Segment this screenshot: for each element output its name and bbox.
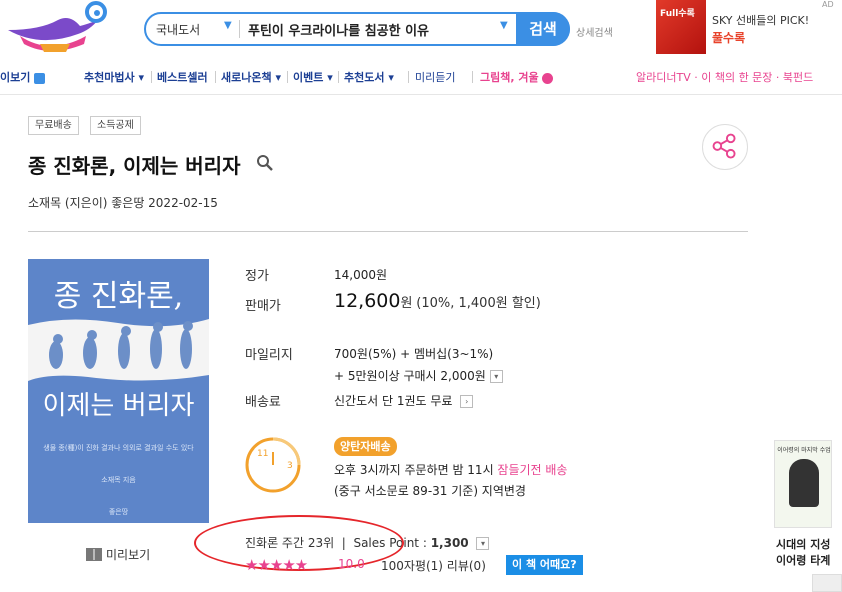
nav-arrow-icon <box>34 72 46 84</box>
shipping-value: 신간도서 단 1권도 무료 › <box>334 392 474 409</box>
sale-price-discount: (10%, 1,400원 할인) <box>416 296 541 311</box>
nav-item-recommended[interactable]: 추천도서 ▾ <box>344 69 394 85</box>
mileage-line-1: 700원(5%) + 멤버십(3~1%) <box>334 347 494 361</box>
scroll-corner <box>812 574 842 592</box>
ad-text-2[interactable]: 풀수록 <box>712 29 745 46</box>
portrait-image <box>789 459 819 507</box>
nav-item-label: 추천도서 <box>344 71 385 84</box>
sale-price: 12,600원 (10%, 1,400원 할인) <box>334 290 541 312</box>
nav-right-links[interactable]: 알라디너TV · 이 책의 한 문장 · 북펀드 <box>636 69 813 85</box>
list-price-label: 정가 <box>245 269 269 284</box>
search-input[interactable] <box>248 19 518 39</box>
side-ad-text-2[interactable]: 이어령 타계 <box>776 552 830 568</box>
nav-divider <box>151 71 152 83</box>
evolution-illustration <box>28 319 209 381</box>
nav-item-label: 추천마법사 <box>84 71 135 84</box>
sale-price-amount: 12,600 <box>334 290 401 312</box>
nav-divider <box>215 71 216 83</box>
chevron-right-icon[interactable]: › <box>460 395 474 408</box>
nav-item-label: 이벤트 <box>293 71 324 84</box>
nav-item-audio-preview[interactable]: 미리듣기 <box>415 69 455 85</box>
nav-item-label: 그림책, 겨울 <box>480 71 539 84</box>
side-ad-book[interactable]: 이어령의 마지막 수업 <box>774 440 832 528</box>
chevron-down-icon[interactable]: ▾ <box>489 370 503 383</box>
nav-item-recommend-wizard[interactable]: 추천마법사 ▾ <box>84 69 144 85</box>
nav-divider <box>408 71 409 83</box>
ad-book-image[interactable]: Full수록 <box>656 0 706 54</box>
search-button[interactable]: 검색 <box>516 12 570 46</box>
badge-free-shipping: 무료배송 <box>28 116 79 135</box>
cover-subtitle: 생물 종(種)이 진화 결과나 의외로 결과일 수도 있다 <box>43 444 194 452</box>
shipping-label: 배송료 <box>245 395 281 410</box>
clock-label-11: 11 <box>257 449 268 459</box>
cover-author: 소재목 지음 <box>101 476 136 484</box>
detail-search-link[interactable]: 상세검색 <box>576 24 613 39</box>
chevron-down-icon[interactable]: ▾ <box>476 537 490 550</box>
book-cover[interactable]: 종 진화론, 이제는 버리자 생물 종(種)이 진화 결과나 의외로 결과일 수… <box>28 259 209 523</box>
search-icon[interactable] <box>256 154 274 172</box>
magic-carpet-delivery-badge: 양탄자배송 <box>334 437 397 456</box>
side-ad-text-1[interactable]: 시대의 지성 <box>776 536 830 552</box>
share-icon <box>712 133 736 159</box>
nav-item-events[interactable]: 이벤트 ▾ <box>293 69 333 85</box>
ad-text-1[interactable]: SKY 선배들의 PICK! <box>712 12 809 28</box>
nav-item-label: 이보기 <box>0 71 31 84</box>
search-category-select[interactable]: 국내도서 <box>156 21 200 38</box>
nav-item-new-books[interactable]: 새로나온책 ▾ <box>221 69 281 85</box>
rating-stars: ★★★★★ <box>245 556 308 574</box>
main-nav: 이보기 추천마법사 ▾ 베스트셀러 새로나온책 ▾ 이벤트 ▾ 추천도서 ▾ 미… <box>0 66 842 88</box>
ad-tag: AD <box>822 0 834 9</box>
new-badge-icon <box>542 72 554 84</box>
nav-item-picture-books[interactable]: 그림책, 겨울 <box>480 69 554 85</box>
aladin-logo-icon[interactable] <box>0 0 115 55</box>
nav-item-label: 새로나온책 <box>221 71 272 84</box>
search-dropdown-icon[interactable]: ▼ <box>500 20 508 31</box>
author-publisher-date[interactable]: 소재목 (지은이) 좋은땅 2022-02-15 <box>28 194 218 211</box>
cover-publisher: 좋은땅 <box>108 508 129 516</box>
search-bar: 국내도서 ▼ ▼ <box>144 12 570 46</box>
nav-item-bestseller[interactable]: 베스트셀러 <box>157 69 208 85</box>
header-divider <box>0 94 842 95</box>
chevron-down-icon[interactable]: ▼ <box>224 20 232 31</box>
search-divider <box>239 20 240 38</box>
mileage-line-2-text: + 5만원이상 구매시 2,000원 <box>334 369 486 383</box>
sales-point-value: 1,300 <box>430 536 469 550</box>
nav-divider <box>287 71 288 83</box>
side-ad-book-title: 이어령의 마지막 수업 <box>777 447 831 454</box>
review-counts[interactable]: 100자평(1) 리뷰(0) <box>381 557 486 574</box>
mileage-line-2: + 5만원이상 구매시 2,000원 ▾ <box>334 367 503 384</box>
sale-price-label: 판매가 <box>245 299 281 314</box>
list-price-value: 14,000원 <box>334 268 388 282</box>
mileage-label: 마일리지 <box>245 348 293 363</box>
cover-title-2: 이제는 버리자 <box>42 391 195 421</box>
cover-title-1: 종 진화론, <box>53 279 184 314</box>
section-divider <box>28 231 748 232</box>
nav-divider <box>472 71 473 83</box>
badge-income-deduction: 소득공제 <box>90 116 141 135</box>
nav-item-view[interactable]: 이보기 <box>0 69 46 85</box>
share-button[interactable] <box>702 124 748 170</box>
night-delivery-link[interactable]: 잠들기전 배송 <box>497 463 567 477</box>
shipping-value-text: 신간도서 단 1권도 무료 <box>334 394 453 408</box>
delivery-info-1: 오후 3시까지 주문하면 밤 11시 잠들기전 배송 <box>334 461 567 478</box>
rating-score: 10.0 <box>338 557 365 571</box>
preview-book-icon[interactable] <box>86 548 102 561</box>
clock-label-3: 3 <box>287 461 293 471</box>
delivery-info-text: 오후 3시까지 주문하면 밤 11시 <box>334 463 498 477</box>
page-title: 종 진화론, 이제는 버리자 <box>28 154 241 178</box>
preview-link[interactable]: 미리보기 <box>106 546 150 563</box>
sale-price-unit: 원 <box>400 296 413 311</box>
ad-book-label: Full수록 <box>660 9 695 19</box>
how-is-this-book-button[interactable]: 이 책 어때요? <box>506 555 583 575</box>
clock-icon: 11 3 <box>245 437 301 493</box>
delivery-info-2[interactable]: (중구 서소문로 89-31 기준) 지역변경 <box>334 482 526 499</box>
nav-divider <box>338 71 339 83</box>
